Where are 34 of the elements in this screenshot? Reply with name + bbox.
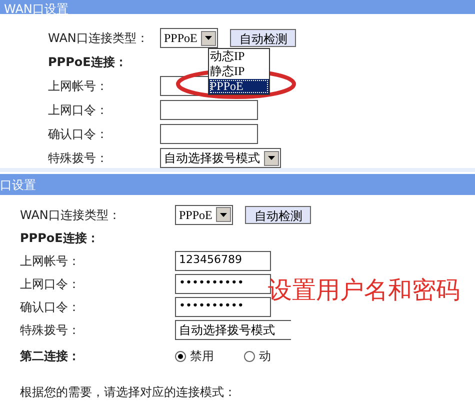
input-field[interactable]: •••••••••• xyxy=(175,296,271,316)
field-label: PPPoE连接： xyxy=(19,230,100,246)
field-label: 上网帐号： xyxy=(19,252,81,270)
instruction-text: 根据您的需要，请选择对应的连接模式： xyxy=(19,384,236,401)
input-field[interactable]: 123456789 xyxy=(175,250,271,270)
select-field[interactable]: 自动选择拨号模式 xyxy=(160,148,281,168)
field-label: 上网口令： xyxy=(19,276,81,292)
field-label: 特殊拨号： xyxy=(19,322,81,338)
radio-button[interactable] xyxy=(244,350,255,362)
dropdown-option[interactable]: 静态IP xyxy=(209,64,269,79)
field-label: 上网口令： xyxy=(47,102,109,119)
select-field[interactable]: PPPoE xyxy=(175,204,234,224)
input-field[interactable] xyxy=(160,100,258,120)
field-label: 特殊拨号： xyxy=(47,150,109,167)
auto-detect-button[interactable]: 自动检测 xyxy=(245,206,312,224)
field-label: 确认口令： xyxy=(47,126,109,143)
annotation-text: 设置用户名和密码 xyxy=(268,275,460,306)
field-label: 第二连接： xyxy=(19,348,81,365)
field-label: 上网帐号： xyxy=(47,78,109,95)
select-field[interactable]: PPPoE xyxy=(160,28,218,48)
field-label: WAN口连接类型： xyxy=(19,206,122,224)
radio-button[interactable] xyxy=(175,350,186,362)
input-field[interactable] xyxy=(160,124,258,144)
dropdown-option[interactable]: 动态IP xyxy=(209,49,269,64)
field-label: WAN口连接类型： xyxy=(47,30,150,47)
auto-detect-button[interactable]: 自动检测 xyxy=(230,29,296,47)
radio-label: 动 xyxy=(259,348,271,365)
section-title: 口设置 xyxy=(0,177,36,194)
field-label: 确认口令： xyxy=(19,298,81,316)
select-field[interactable]: 自动选择拨号模式 xyxy=(175,320,291,340)
field-label: PPPoE连接： xyxy=(47,54,128,71)
dropdown-option[interactable]: PPPoE xyxy=(209,79,269,94)
radio-label: 禁用 xyxy=(190,348,214,365)
section-title: WAN口设置 xyxy=(3,4,68,14)
